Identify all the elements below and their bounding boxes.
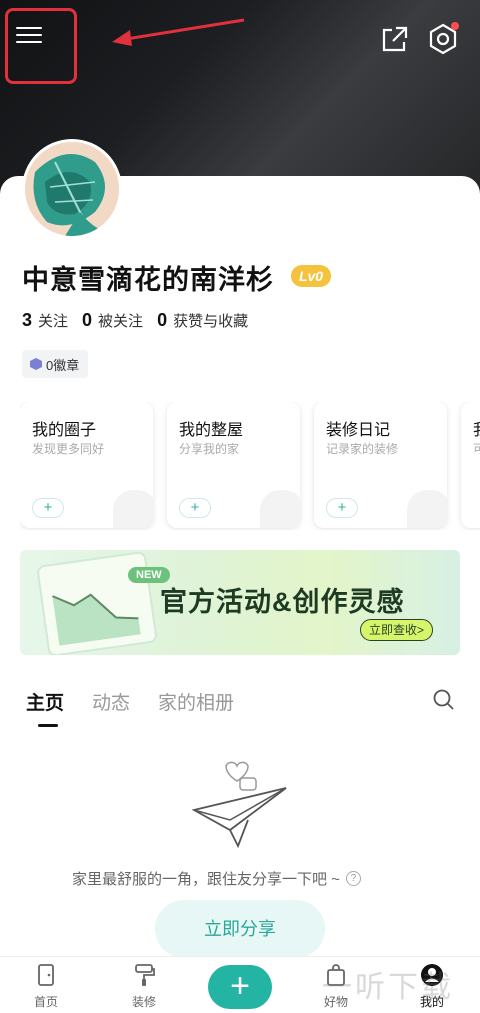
door-icon xyxy=(407,490,447,528)
avatar[interactable] xyxy=(22,139,122,239)
tab-activity[interactable]: 动态 xyxy=(92,688,130,715)
help-icon[interactable]: ? xyxy=(345,871,361,886)
door-icon xyxy=(38,964,54,986)
add-icon[interactable]: + xyxy=(326,498,358,518)
feature-title: 我 xyxy=(473,416,480,440)
banner-button[interactable]: 立即查收> xyxy=(360,619,434,641)
stat-likes[interactable]: 0 获赞与收藏 xyxy=(157,310,248,331)
nav-home[interactable]: 首页 xyxy=(16,963,76,1010)
add-icon[interactable]: + xyxy=(179,498,211,518)
feature-card-diary[interactable]: 装修日记 记录家的装修 + xyxy=(314,402,447,528)
feature-subtitle: 发现更多同好 xyxy=(32,442,105,456)
paint-roller-icon xyxy=(135,964,155,986)
annotation-highlight-box xyxy=(5,8,77,84)
feature-subtitle: 记录家的装修 xyxy=(326,442,399,456)
share-icon[interactable] xyxy=(380,24,410,54)
activity-banner[interactable]: NEW 官方活动&创作灵感 立即查收> xyxy=(20,550,460,655)
nav-home-label: 首页 xyxy=(33,995,58,1009)
empty-state-text: 家里最舒服的一角，跟住友分享一下吧 ~ ? xyxy=(72,868,361,889)
badge-icon xyxy=(30,358,42,370)
badge-chip[interactable]: 0徽章 xyxy=(22,350,89,378)
profile-stats: 3 关注 0 被关注 0 获赞与收藏 xyxy=(22,310,248,331)
tab-home[interactable]: 主页 xyxy=(26,688,64,727)
feature-title: 装修日记 xyxy=(326,422,391,439)
feature-cards: 我的圈子 发现更多同好 + 我的整屋 分享我的家 + 装修日记 记录家的装修 +… xyxy=(20,402,480,530)
helmet-icon xyxy=(113,490,153,528)
feature-card-partial[interactable]: 我 可 xyxy=(461,402,480,528)
banner-title: 官方活动&创作灵感 xyxy=(160,587,405,617)
watermark: 一听下载 xyxy=(322,971,454,1004)
username: 中意雪滴花的南洋杉 xyxy=(22,265,274,295)
house-icon xyxy=(260,490,300,528)
add-icon[interactable]: + xyxy=(32,498,64,518)
feature-subtitle: 可 xyxy=(473,442,480,456)
feature-card-circle[interactable]: 我的圈子 发现更多同好 + xyxy=(20,402,153,528)
add-post-button[interactable]: + xyxy=(208,965,272,1009)
feature-subtitle: 分享我的家 xyxy=(179,442,240,456)
level-badge[interactable]: Lv0 xyxy=(291,265,331,287)
empty-message: 家里最舒服的一角，跟住友分享一下吧 ~ xyxy=(72,871,340,888)
badge-label: 0徽章 xyxy=(46,357,80,373)
notification-dot xyxy=(451,22,459,30)
profile-tabs: 主页 动态 家的相册 xyxy=(26,688,234,727)
nav-decor-label: 装修 xyxy=(131,995,156,1009)
leaf-avatar-icon xyxy=(25,142,119,236)
tab-album[interactable]: 家的相册 xyxy=(158,688,234,715)
paper-plane-icon xyxy=(191,761,287,849)
stat-following[interactable]: 3 关注 xyxy=(22,310,68,331)
feature-card-house[interactable]: 我的整屋 分享我的家 + xyxy=(167,402,300,528)
search-icon[interactable] xyxy=(432,688,456,712)
feature-title: 我的整屋 xyxy=(179,422,244,439)
stat-followers[interactable]: 0 被关注 xyxy=(82,310,143,331)
share-now-button[interactable]: 立即分享 xyxy=(155,900,325,958)
feature-title: 我的圈子 xyxy=(32,422,97,439)
annotation-arrow-icon xyxy=(112,18,245,46)
nav-decor[interactable]: 装修 xyxy=(114,963,174,1010)
